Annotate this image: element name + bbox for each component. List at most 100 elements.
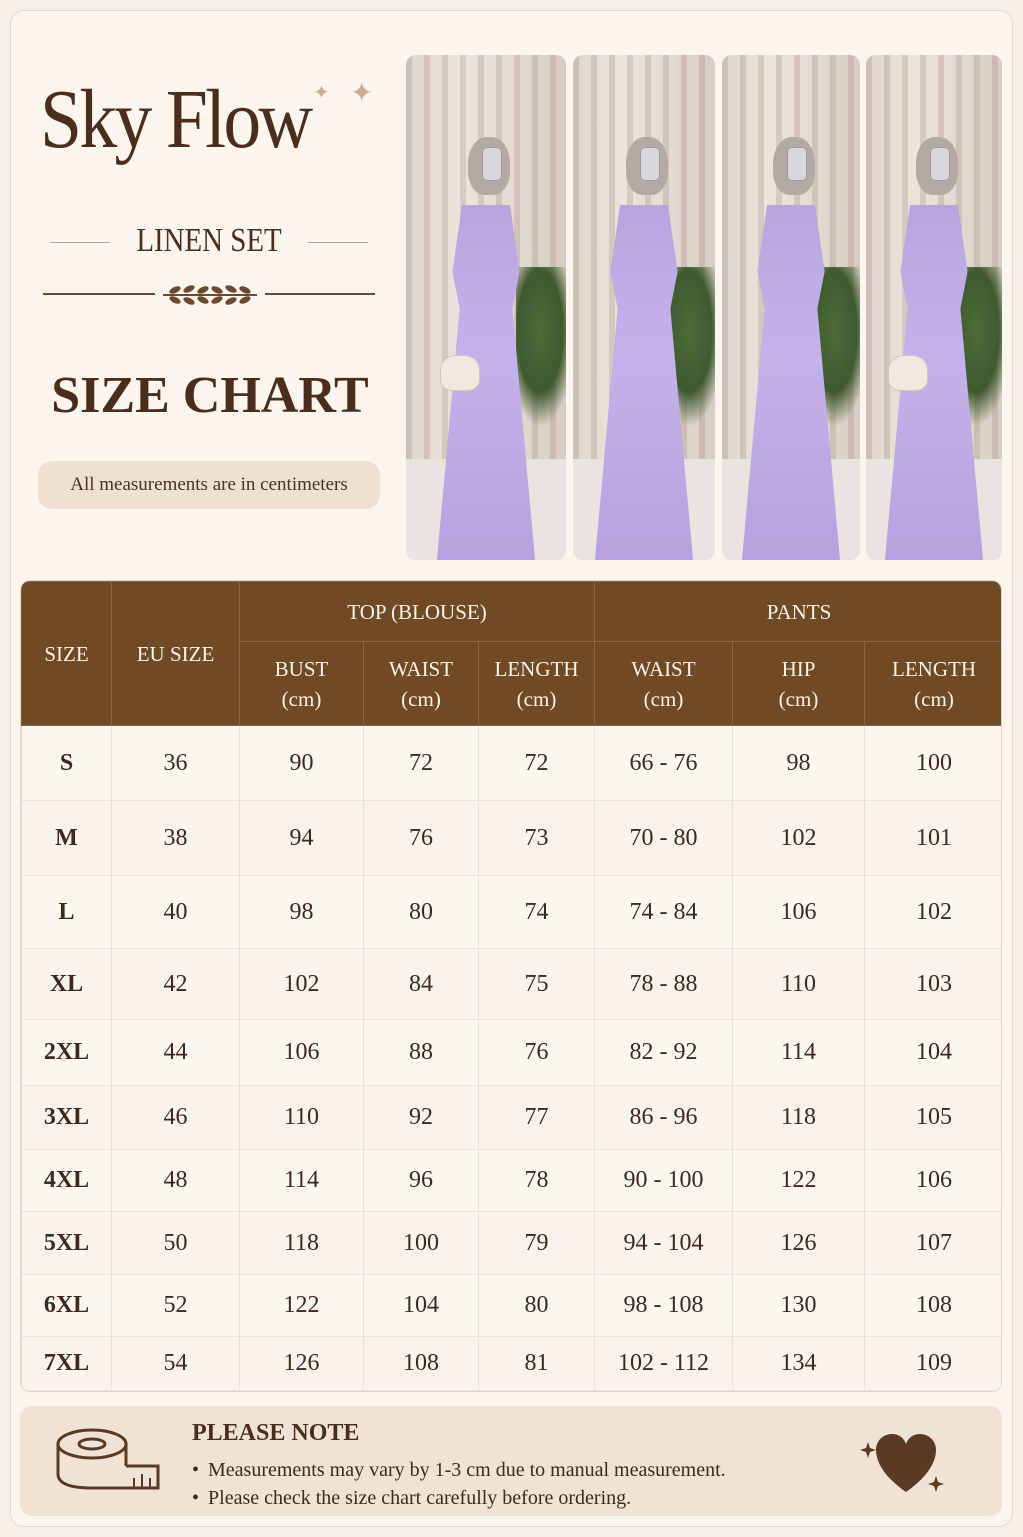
cell-plength: 101: [863, 800, 1001, 876]
cell-tlength: 73: [478, 800, 595, 876]
measuring-tape-icon: [56, 1428, 160, 1490]
cell-eu: 52: [111, 1274, 240, 1337]
cell-pwaist: 74 - 84: [594, 875, 733, 949]
cell-hip: 98: [732, 725, 865, 801]
cell-size: 7XL: [21, 1336, 112, 1391]
model-photo-3: [722, 55, 860, 560]
cell-bust: 94: [239, 800, 364, 876]
table-row: L 40 98 80 74 74 - 84 106 102: [21, 875, 1001, 949]
size-table-container: SIZE EU SIZE TOP (BLOUSE) PANTS BUST (cm)…: [20, 580, 1002, 1392]
cell-plength: 104: [863, 1019, 1001, 1086]
table-row: 6XL 52 122 104 80 98 - 108 130 108: [21, 1274, 1001, 1337]
cell-tlength: 77: [478, 1085, 595, 1150]
cell-size: 2XL: [21, 1019, 112, 1086]
note-title: PLEASE NOTE: [192, 1420, 360, 1446]
header-pants-length: LENGTH (cm): [863, 641, 1001, 726]
header-top-group: TOP (BLOUSE): [239, 581, 595, 642]
note-item: Measurements may vary by 1-3 cm due to m…: [192, 1456, 726, 1484]
header-label: WAIST: [631, 656, 696, 681]
phone: [787, 147, 807, 181]
subtitle-line-right: [308, 242, 368, 243]
cell-hip: 106: [732, 875, 865, 949]
note-list: Measurements may vary by 1-3 cm due to m…: [192, 1456, 726, 1512]
header-label: WAIST: [388, 656, 454, 681]
cell-twaist: 96: [363, 1149, 479, 1212]
cell-hip: 118: [732, 1085, 865, 1150]
note-box: PLEASE NOTE Measurements may vary by 1-3…: [20, 1406, 1002, 1516]
brand-subtitle: LINEN SET: [136, 222, 282, 259]
header-unit: (cm): [778, 686, 819, 711]
cell-size: 3XL: [21, 1085, 112, 1150]
cell-hip: 122: [732, 1149, 865, 1212]
cell-eu: 40: [111, 875, 240, 949]
cell-bust: 98: [239, 875, 364, 949]
cell-plength: 103: [863, 948, 1001, 1020]
cell-tlength: 76: [478, 1019, 595, 1086]
cell-tlength: 74: [478, 875, 595, 949]
header-size: SIZE: [21, 581, 112, 726]
cell-size: 4XL: [21, 1149, 112, 1212]
header-top-length: LENGTH (cm): [478, 641, 595, 726]
cell-tlength: 81: [478, 1336, 595, 1391]
header-eu-size: EU SIZE: [111, 581, 240, 726]
cell-hip: 102: [732, 800, 865, 876]
cell-twaist: 72: [363, 725, 479, 801]
cell-pwaist: 102 - 112: [594, 1336, 733, 1391]
header-pants-group: PANTS: [593, 581, 1001, 642]
model-photo-1: [406, 55, 566, 560]
header-pants-hip: HIP (cm): [732, 641, 865, 726]
table-row: XL 42 102 84 75 78 - 88 110 103: [21, 948, 1001, 1020]
table-row: S 36 90 72 72 66 - 76 98 100: [21, 725, 1001, 801]
brand-title: Sky Flow: [40, 73, 313, 166]
size-table-body: S 36 90 72 72 66 - 76 98 100 M 38 94 76 73 70 - 80 102…: [21, 725, 1001, 1391]
cell-twaist: 80: [363, 875, 479, 949]
cell-tlength: 78: [478, 1149, 595, 1212]
cell-twaist: 100: [363, 1211, 479, 1275]
cell-plength: 100: [863, 725, 1001, 801]
cell-eu: 42: [111, 948, 240, 1020]
cell-plength: 102: [863, 875, 1001, 949]
phone: [930, 147, 950, 181]
header-label: HIP: [781, 656, 816, 681]
cell-hip: 134: [732, 1336, 865, 1391]
cell-plength: 107: [863, 1211, 1001, 1275]
cell-eu: 36: [111, 725, 240, 801]
cell-plength: 105: [863, 1085, 1001, 1150]
cell-size: M: [21, 800, 112, 876]
cell-size: L: [21, 875, 112, 949]
cell-eu: 46: [111, 1085, 240, 1150]
cell-hip: 110: [732, 948, 865, 1020]
note-item: Please check the size chart carefully be…: [192, 1484, 726, 1512]
header-label: BUST: [274, 656, 329, 681]
cell-eu: 48: [111, 1149, 240, 1212]
sparkle-icon: ✦: [313, 80, 330, 104]
cell-bust: 102: [239, 948, 364, 1020]
header-top-waist: WAIST (cm): [363, 641, 479, 726]
cell-pwaist: 90 - 100: [594, 1149, 733, 1212]
cell-size: XL: [21, 948, 112, 1020]
handbag: [888, 355, 928, 391]
sparkle-icon: ✦: [350, 76, 374, 109]
header-top-bust: BUST (cm): [239, 641, 364, 726]
table-row: 5XL 50 118 100 79 94 - 104 126 107: [21, 1211, 1001, 1275]
table-row: 3XL 46 110 92 77 86 - 96 118 105: [21, 1085, 1001, 1150]
cell-pwaist: 78 - 88: [594, 948, 733, 1020]
cell-twaist: 92: [363, 1085, 479, 1150]
cell-plength: 109: [863, 1336, 1001, 1391]
cell-twaist: 84: [363, 948, 479, 1020]
cell-bust: 90: [239, 725, 364, 801]
cell-tlength: 72: [478, 725, 595, 801]
handbag: [440, 355, 480, 391]
units-note: All measurements are in centimeters: [38, 461, 380, 509]
cell-size: 6XL: [21, 1274, 112, 1337]
cell-twaist: 76: [363, 800, 479, 876]
cell-hip: 126: [732, 1211, 865, 1275]
cell-bust: 126: [239, 1336, 364, 1391]
cell-bust: 118: [239, 1211, 364, 1275]
phone: [640, 147, 660, 181]
cell-twaist: 104: [363, 1274, 479, 1337]
cell-bust: 122: [239, 1274, 364, 1337]
cell-twaist: 88: [363, 1019, 479, 1086]
cell-pwaist: 70 - 80: [594, 800, 733, 876]
cell-hip: 130: [732, 1274, 865, 1337]
